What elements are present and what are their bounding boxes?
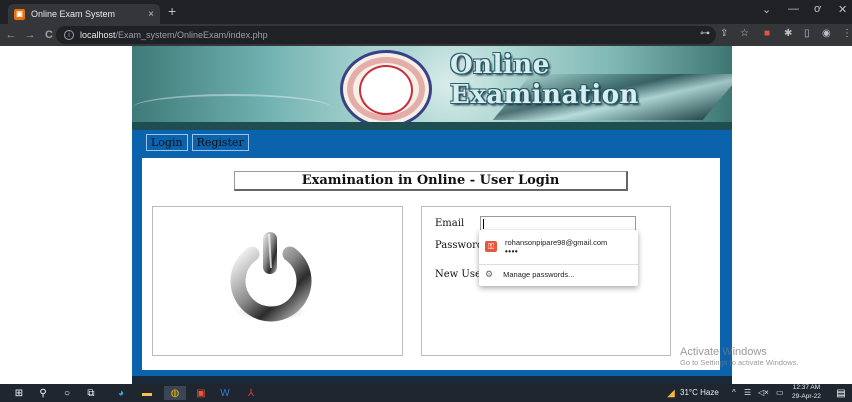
cortana-circle-icon[interactable]: ○ (60, 386, 74, 400)
weather-text[interactable]: 31°C Haze (680, 388, 719, 397)
edge-icon[interactable]: ◕ (114, 386, 128, 400)
start-windows-icon[interactable]: ⊞ (12, 386, 26, 400)
network-icon[interactable]: ☰ (744, 388, 751, 397)
bookmark-star-icon[interactable]: ☆ (740, 28, 749, 39)
minimize-button[interactable]: — (788, 3, 799, 15)
top-nav: Login Register (146, 134, 249, 151)
saved-password: •••• (505, 247, 519, 256)
gear-icon: ⚙ (485, 269, 494, 279)
web-page: Online Examination Login Register Examin… (0, 46, 852, 384)
saved-credential-item[interactable]: ⚿ rohansonpipare98@gmail.com •••• (479, 234, 638, 262)
power-icon (230, 232, 312, 322)
app-icon[interactable]: ▣ (194, 386, 208, 400)
tray-chevron-icon[interactable]: ^ (732, 388, 736, 397)
url-host: localhost (80, 30, 116, 40)
tab-title: Online Exam System (31, 9, 116, 19)
volume-icon[interactable]: ◁× (758, 388, 769, 397)
menu-icon[interactable]: ⋮ (842, 28, 852, 39)
watermark-subtitle: Go to Settings to activate Windows. (680, 358, 799, 367)
extensions-puzzle-icon[interactable]: ✱ (784, 28, 792, 39)
notification-icon[interactable]: ▤ (834, 386, 848, 400)
manage-passwords-item[interactable]: ⚙ Manage passwords... (485, 269, 574, 280)
main-panel: Login Register Examination in Online - U… (132, 130, 732, 382)
reload-button[interactable]: C (41, 29, 57, 41)
site-info-icon[interactable]: i (64, 30, 74, 40)
weather-icon: ◢ (667, 387, 675, 399)
address-bar[interactable]: i localhost /Exam_system/OnlineExam/inde… (56, 26, 716, 44)
footer-strip (132, 376, 732, 384)
chrome-icon[interactable]: ◍ (164, 386, 186, 400)
saved-email: rohansonpipare98@gmail.com (505, 238, 608, 247)
extension-icon[interactable]: ■ (764, 28, 770, 39)
banner-swirl-decoration (132, 94, 332, 122)
tab-close-icon[interactable]: × (148, 9, 154, 20)
share-icon[interactable]: ⇪ (720, 28, 728, 39)
new-tab-button[interactable]: + (168, 3, 176, 19)
tab-search-icon[interactable]: ⌄ (762, 3, 771, 16)
windows-taskbar: ⊞ ⚲ ○ ⧉ ◕ ▬ ◍ ▣ W ⅄ ◢ 31°C Haze ^ ☰ ◁× ▭… (0, 384, 852, 402)
system-clock[interactable]: 12:37 AM 29-Apr-22 (792, 384, 821, 401)
file-explorer-icon[interactable]: ▬ (140, 386, 154, 400)
exam-favicon-icon: ▣ (14, 8, 25, 20)
browser-tabstrip: ▣ Online Exam System × + ⌄ — ơ ✕ (0, 0, 852, 24)
login-link[interactable]: Login (146, 134, 188, 151)
banner-bottom-strip (132, 122, 732, 130)
url-path: /Exam_system/OnlineExam/index.php (115, 30, 268, 40)
browser-tab[interactable]: ▣ Online Exam System × (8, 4, 160, 24)
acrobat-icon[interactable]: ⅄ (244, 386, 258, 400)
login-graphic-box (152, 206, 403, 356)
register-link[interactable]: Register (191, 134, 249, 151)
clock-date: 29-Apr-22 (792, 392, 821, 400)
email-field[interactable] (480, 216, 636, 231)
close-window-button[interactable]: ✕ (838, 3, 847, 16)
key-icon: ⚿ (485, 241, 497, 252)
word-icon[interactable]: W (218, 386, 232, 400)
maximize-button[interactable]: ơ (814, 3, 821, 15)
back-button[interactable]: ← (3, 29, 19, 41)
browser-toolbar: ← → C i localhost /Exam_system/OnlineExa… (0, 24, 852, 46)
activate-windows-watermark: Activate Windows Go to Settings to activ… (680, 346, 798, 367)
language-icon[interactable]: ▭ (776, 388, 784, 397)
password-autofill-popup: ⚿ rohansonpipare98@gmail.com •••• ⚙ Mana… (479, 230, 638, 286)
text-caret (483, 219, 484, 229)
search-icon[interactable]: ⚲ (36, 386, 50, 400)
profile-avatar-icon[interactable]: ◉ (822, 28, 831, 39)
banner-title: Online Examination (450, 50, 639, 110)
university-seal-logo (340, 50, 432, 122)
site-banner: Online Examination (132, 46, 732, 122)
side-panel-icon[interactable]: ▯ (804, 28, 810, 39)
password-label: Password (435, 240, 484, 251)
clock-time: 12:37 AM (792, 384, 821, 391)
page-title: Examination in Online - User Login (234, 171, 628, 191)
email-label: Email (435, 218, 465, 229)
popup-divider (479, 264, 638, 265)
task-view-icon[interactable]: ⧉ (84, 386, 98, 400)
manage-passwords-label: Manage passwords... (503, 270, 575, 279)
forward-button[interactable]: → (22, 29, 38, 41)
key-icon[interactable]: ⊶ (700, 28, 710, 39)
watermark-title: Activate Windows (680, 346, 767, 358)
